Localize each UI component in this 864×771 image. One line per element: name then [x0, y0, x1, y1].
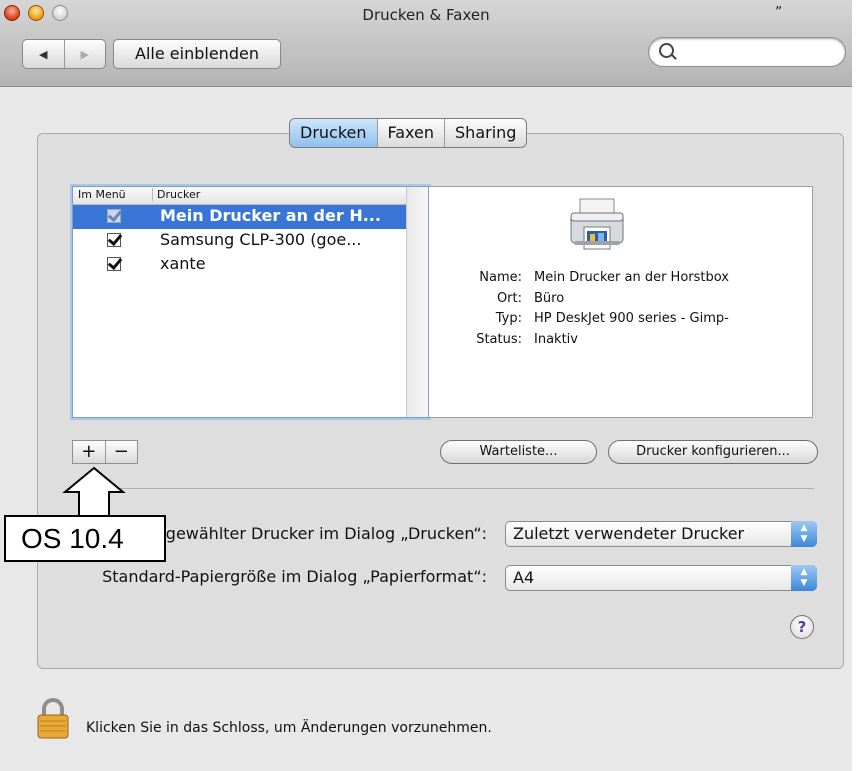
paper-size-label: Standard-Papiergröße im Dialog „Papierfo… [102, 567, 487, 586]
printer-row[interactable]: Samsung CLP-300 (goe... [73, 229, 406, 253]
location-value: Büro [534, 291, 565, 306]
printer-icon [570, 198, 624, 250]
type-label: Typ: [495, 311, 522, 326]
column-header-printer[interactable]: Drucker [152, 188, 200, 201]
default-printer-value: Zuletzt verwendeter Drucker [513, 524, 745, 543]
remove-printer-button[interactable]: − [106, 441, 138, 463]
paper-size-popup[interactable]: A4 ▲ ▼ [505, 565, 817, 591]
printer-list[interactable]: Im Menü Drucker Mein Drucker an der H...… [72, 186, 429, 418]
name-value: Mein Drucker an der Horstbox [534, 270, 729, 285]
default-printer-label: Ausgewählter Drucker im Dialog „Drucken“… [136, 524, 487, 543]
type-value: HP DeskJet 900 series - Gimp- [534, 311, 729, 326]
popup-arrows-icon: ▲ ▼ [791, 565, 817, 591]
printer-row[interactable]: Mein Drucker an der H... [73, 205, 406, 229]
default-printer-popup[interactable]: Zuletzt verwendeter Drucker ▲ ▼ [505, 521, 817, 547]
lock-hint-text: Klicken Sie in das Schloss, um Änderunge… [86, 720, 492, 736]
in-menu-checkbox[interactable] [107, 257, 121, 271]
tab-bar: Drucken Faxen Sharing [289, 118, 528, 148]
forward-button[interactable]: ▶ [65, 40, 106, 68]
search-icon [659, 43, 674, 58]
paper-size-value: A4 [513, 568, 535, 587]
status-label: Status: [476, 332, 522, 347]
name-label: Name: [479, 270, 522, 285]
annotation-label: OS 10.4 [4, 515, 166, 562]
add-remove-control: + − [72, 440, 138, 464]
title-stray-mark: „ [775, 0, 783, 12]
status-value: Inaktiv [534, 332, 578, 347]
configure-printer-button[interactable]: Drucker konfigurieren... [608, 440, 818, 464]
divider [72, 488, 814, 489]
printer-name: Samsung CLP-300 (goe... [160, 230, 362, 249]
add-printer-button[interactable]: + [73, 441, 106, 463]
window-title: Drucken & Faxen [362, 6, 490, 24]
search-field[interactable] [648, 37, 846, 67]
back-button[interactable]: ◀ [23, 40, 65, 68]
tab-drucken[interactable]: Drucken [290, 119, 378, 147]
tab-faxen[interactable]: Faxen [378, 119, 446, 147]
printer-details: Name: Mein Drucker an der Horstbox Ort: … [429, 186, 813, 418]
lock-icon[interactable] [36, 697, 70, 739]
in-menu-checkbox[interactable] [107, 209, 121, 223]
printer-row[interactable]: xante [73, 253, 406, 277]
popup-arrows-icon: ▲ ▼ [791, 521, 817, 547]
preferences-window: Drucken & Faxen „ ◀ ▶ Alle einblenden Dr… [0, 0, 852, 771]
in-menu-checkbox[interactable] [107, 233, 121, 247]
printer-name: xante [160, 254, 206, 273]
tab-sharing[interactable]: Sharing [445, 119, 526, 147]
queue-button[interactable]: Warteliste... [440, 440, 597, 464]
list-header: Im Menü Drucker [73, 187, 408, 205]
list-scrollbar[interactable] [406, 187, 428, 417]
back-forward-control: ◀ ▶ [22, 39, 106, 69]
show-all-button[interactable]: Alle einblenden [113, 39, 281, 69]
titlebar: Drucken & Faxen „ ◀ ▶ Alle einblenden [0, 0, 852, 87]
help-button[interactable]: ? [790, 615, 814, 639]
column-header-in-menu[interactable]: Im Menü [78, 188, 126, 201]
printer-name: Mein Drucker an der H... [160, 206, 381, 225]
location-label: Ort: [496, 291, 522, 306]
